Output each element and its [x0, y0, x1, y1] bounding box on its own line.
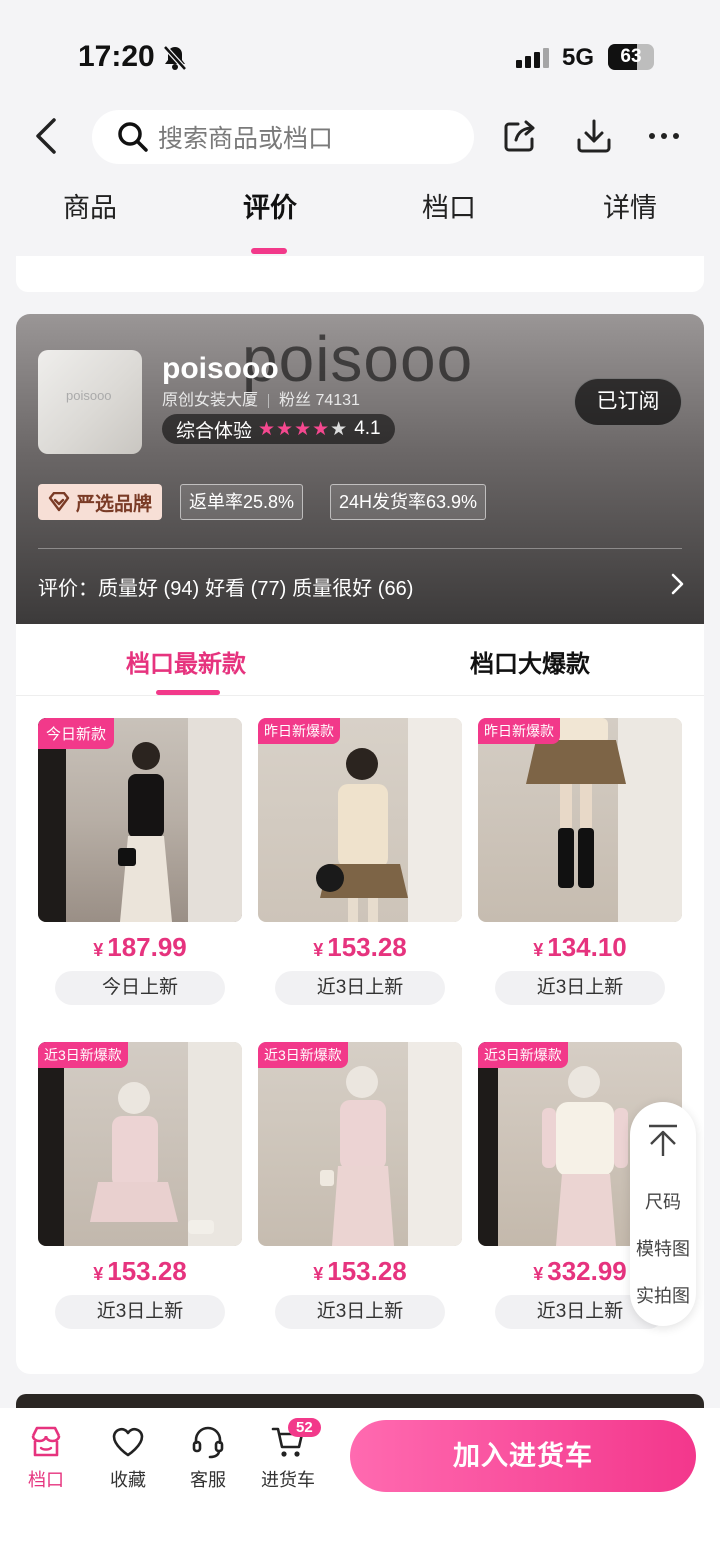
- product-badge: 昨日新爆款: [258, 718, 340, 744]
- product-image[interactable]: 今日新款: [38, 718, 242, 922]
- product-card[interactable]: 今日新款 ¥187.99 今日上新: [38, 718, 242, 1005]
- side-menu-model[interactable]: 模特图: [630, 1235, 696, 1261]
- tab-reviews[interactable]: 评价: [210, 186, 330, 225]
- shop-name: poisooo: [162, 352, 279, 385]
- battery-icon: 63: [608, 44, 654, 70]
- review-summary[interactable]: 评价：质量好 (94) 好看 (77) 质量很好 (66): [38, 572, 419, 601]
- product-card[interactable]: 近3日新爆款 ¥153.28 近3日上新: [38, 1042, 242, 1329]
- tab-hot[interactable]: 档口大爆款: [470, 644, 590, 679]
- favorite-button[interactable]: 收藏: [96, 1424, 160, 1492]
- more-icon[interactable]: [644, 116, 684, 156]
- diamond-heart-icon: [48, 492, 70, 512]
- divider: [16, 695, 704, 696]
- product-tag: 近3日上新: [275, 971, 445, 1005]
- product-section: 档口最新款 档口大爆款 今日新款 ¥187.99 今日上新 昨日新爆款 ¥153…: [16, 624, 704, 1374]
- previous-card-bottom: [16, 256, 704, 292]
- shop-building: 原创女装大厦: [162, 392, 259, 409]
- product-price: ¥187.99: [93, 932, 187, 962]
- product-badge: 近3日新爆款: [38, 1042, 128, 1068]
- search-icon: [118, 122, 148, 152]
- favorite-label: 收藏: [110, 1470, 146, 1490]
- search-input[interactable]: 搜索商品或档口: [92, 110, 474, 164]
- add-to-cart-button[interactable]: 加入进货车: [350, 1420, 696, 1492]
- product-tag: 近3日上新: [55, 1295, 225, 1329]
- subscribe-button[interactable]: 已订阅: [574, 378, 682, 426]
- product-price: ¥153.28: [93, 1256, 187, 1286]
- product-price: ¥134.10: [533, 932, 627, 962]
- brand-badge: 严选品牌: [38, 484, 163, 520]
- network-type: 5G: [562, 44, 595, 71]
- review-tag: 质量很好 (66): [292, 578, 414, 600]
- back-icon[interactable]: [28, 114, 68, 158]
- cell-signal-icon: [516, 48, 549, 68]
- product-price: ¥153.28: [313, 1256, 407, 1286]
- model-photo: [320, 1042, 462, 1246]
- shop-rating: 综合体验 ★★★★★ 4.1: [162, 414, 395, 444]
- download-icon[interactable]: [574, 116, 614, 156]
- product-badge: 近3日新爆款: [258, 1042, 348, 1068]
- cart-nav-button[interactable]: 进货车 52: [256, 1418, 321, 1492]
- headset-icon: [192, 1426, 224, 1459]
- reviews-label: 评价：: [38, 578, 98, 600]
- battery-percent: 63: [620, 46, 642, 67]
- chevron-right-icon[interactable]: [670, 572, 686, 601]
- review-tag: 好看 (77): [205, 578, 287, 600]
- shop-icon: [31, 1426, 61, 1457]
- product-tag: 近3日上新: [495, 971, 665, 1005]
- tab-newest[interactable]: 档口最新款: [126, 644, 246, 679]
- ship-rate-tag: 24H发货率63.9%: [330, 484, 487, 520]
- product-badge: 近3日新爆款: [478, 1042, 568, 1068]
- share-icon[interactable]: [500, 116, 540, 156]
- product-price: ¥153.28: [313, 932, 407, 962]
- tab-products[interactable]: 商品: [30, 186, 150, 225]
- star-icons: ★★★★★: [258, 418, 349, 440]
- product-image[interactable]: 昨日新爆款: [478, 718, 682, 922]
- product-image[interactable]: 近3日新爆款: [38, 1042, 242, 1246]
- bottom-bar: 档口 收藏 客服 进货车 52 加入进货车: [0, 1408, 720, 1565]
- shop-nav-button[interactable]: 档口: [14, 1424, 78, 1492]
- shop-label: 档口: [28, 1470, 64, 1490]
- product-card[interactable]: 昨日新爆款 ¥153.28 近3日上新: [258, 718, 462, 1005]
- page-tabs: 商品 评价 档口 详情: [0, 186, 720, 256]
- floating-side-menu: 尺码 模特图 实拍图: [630, 1102, 696, 1326]
- product-image[interactable]: 昨日新爆款: [258, 718, 462, 922]
- cart-count-badge: 52: [288, 1418, 321, 1437]
- product-tag: 近3日上新: [275, 1295, 445, 1329]
- product-card[interactable]: 近3日新爆款 ¥153.28 近3日上新: [258, 1042, 462, 1329]
- shop-logo-text: poisooo: [66, 388, 112, 403]
- shop-fans: 粉丝 74131: [279, 392, 360, 409]
- status-time: 17:20: [78, 40, 155, 73]
- back-to-top-icon[interactable]: [645, 1122, 681, 1163]
- rating-score: 4.1: [354, 418, 381, 439]
- shop-logo[interactable]: poisooo: [38, 350, 142, 454]
- shop-meta: 原创女装大厦 粉丝 74131: [162, 386, 360, 410]
- tab-details[interactable]: 详情: [570, 186, 690, 225]
- rating-label: 综合体验: [176, 420, 253, 442]
- model-photo: [38, 1042, 242, 1246]
- service-label: 客服: [190, 1470, 226, 1490]
- product-tag: 今日上新: [55, 971, 225, 1005]
- customer-service-button[interactable]: 客服: [176, 1424, 240, 1492]
- heart-icon: [112, 1427, 144, 1457]
- model-photo: [526, 718, 682, 922]
- tab-stall[interactable]: 档口: [389, 186, 509, 225]
- model-photo: [316, 718, 462, 922]
- divider: [38, 548, 682, 549]
- side-menu-real[interactable]: 实拍图: [630, 1282, 696, 1308]
- product-image[interactable]: 近3日新爆款: [258, 1042, 462, 1246]
- top-bar: 搜索商品或档口: [0, 100, 720, 174]
- shop-card: poisooo poisooo poisooo 原创女装大厦 粉丝 74131 综…: [16, 314, 704, 624]
- side-menu-size[interactable]: 尺码: [630, 1188, 696, 1214]
- search-placeholder: 搜索商品或档口: [158, 125, 334, 153]
- active-tab-indicator: [251, 248, 287, 254]
- review-tag: 质量好 (94): [98, 578, 200, 600]
- cart-label: 进货车: [261, 1470, 315, 1490]
- bell-muted-icon: [162, 44, 188, 77]
- status-bar: 17:20 5G 63: [0, 0, 720, 100]
- return-rate-tag: 返单率25.8%: [180, 484, 304, 520]
- product-badge: 昨日新爆款: [478, 718, 560, 744]
- product-card[interactable]: 昨日新爆款 ¥134.10 近3日上新: [478, 718, 682, 1005]
- product-badge: 今日新款: [38, 718, 115, 749]
